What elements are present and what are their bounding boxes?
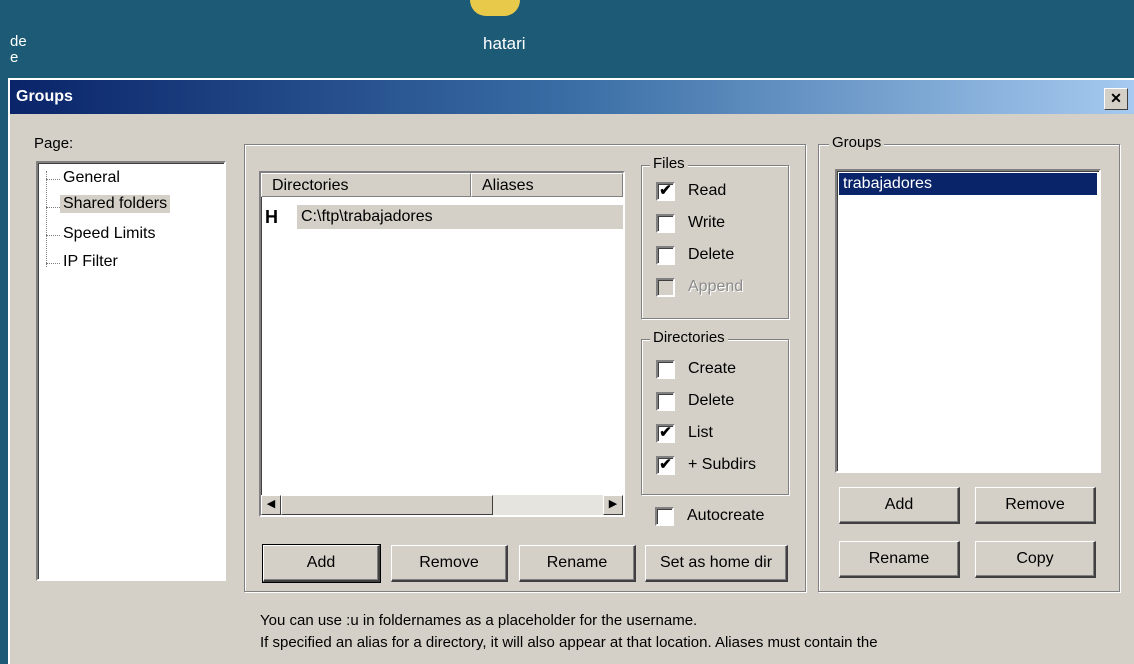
tree-item-general[interactable]: General	[60, 169, 123, 187]
scroll-thumb[interactable]	[281, 495, 493, 515]
tree-item-shared-folders[interactable]: Shared folders	[60, 195, 171, 213]
set-home-dir-button[interactable]: Set as home dir	[645, 545, 788, 582]
scroll-left-icon[interactable]: ◀	[261, 495, 281, 515]
check-mark-icon: ✔	[659, 182, 672, 199]
append-checkbox	[656, 278, 675, 297]
write-label: Write	[688, 214, 726, 231]
dialog-title: Groups	[16, 88, 73, 105]
autocreate-label: Autocreate	[687, 507, 765, 524]
desktop-area: de e hatari	[0, 0, 1134, 78]
scroll-right-icon[interactable]: ▶	[603, 495, 623, 515]
read-label: Read	[688, 182, 727, 199]
append-label: Append	[688, 278, 744, 295]
copy-group-button[interactable]: Copy	[975, 541, 1096, 578]
tree-item-speed-limits[interactable]: Speed Limits	[60, 225, 159, 243]
rename-group-button[interactable]: Rename	[839, 541, 960, 578]
desktop-icon[interactable]	[470, 0, 520, 16]
close-icon: ✕	[1110, 90, 1122, 106]
autocreate-checkbox[interactable]	[655, 507, 674, 526]
add-group-button[interactable]: Add	[839, 487, 960, 524]
shared-folders-groupbox: Directories Aliases H C:\ftp\trabajadore…	[244, 144, 806, 592]
delete-files-label: Delete	[688, 246, 735, 263]
list-checkbox[interactable]: ✔	[656, 424, 675, 443]
subdirs-checkbox[interactable]: ✔	[656, 456, 675, 475]
groups-dialog: Groups ✕ Page: General Shared folders Sp…	[8, 78, 1134, 664]
write-checkbox[interactable]	[656, 214, 675, 233]
tree-branch	[46, 207, 60, 208]
files-permissions-groupbox: Files ✔ Read Write Delete Append	[641, 155, 789, 319]
subdirs-label: + Subdirs	[688, 456, 757, 473]
desktop-icon-label-left[interactable]: de e	[10, 34, 27, 66]
check-mark-icon: ✔	[659, 424, 672, 441]
directories-list: Directories Aliases H C:\ftp\trabajadore…	[259, 171, 625, 517]
groups-list: trabajadores	[835, 169, 1101, 473]
title-bar[interactable]: Groups ✕	[10, 80, 1134, 114]
page-label: Page:	[34, 135, 74, 152]
horizontal-scrollbar[interactable]: ◀ ▶	[261, 495, 623, 515]
create-checkbox[interactable]	[656, 360, 675, 379]
remove-folder-button[interactable]: Remove	[391, 545, 508, 582]
list-label: List	[688, 424, 713, 441]
tree-branch	[46, 179, 60, 180]
rename-folder-button[interactable]: Rename	[519, 545, 636, 582]
column-header-directories[interactable]: Directories	[261, 173, 471, 197]
group-list-item[interactable]: trabajadores	[839, 173, 1097, 195]
desktop-icon-label-hatari[interactable]: hatari	[483, 34, 526, 54]
groups-groupbox: Groups trabajadores Add Remove Rename Co…	[818, 134, 1120, 592]
desktop-label-line1: de	[10, 33, 27, 50]
directory-path: C:\ftp\trabajadores	[297, 205, 623, 229]
column-header-aliases[interactable]: Aliases	[471, 173, 623, 197]
directory-row[interactable]: H C:\ftp\trabajadores	[261, 205, 623, 231]
placeholder-note: You can use :u in foldernames as a place…	[260, 612, 698, 629]
page-tree: General Shared folders Speed Limits IP F…	[36, 161, 226, 581]
tree-connector	[46, 171, 47, 267]
delete-dirs-checkbox[interactable]	[656, 392, 675, 411]
desktop-label-line2: e	[10, 49, 19, 66]
tree-branch	[46, 235, 60, 236]
delete-files-checkbox[interactable]	[656, 246, 675, 265]
check-mark-icon: ✔	[659, 456, 672, 473]
tree-branch	[46, 263, 60, 264]
groups-groupbox-title: Groups	[829, 134, 885, 151]
close-button[interactable]: ✕	[1104, 88, 1128, 110]
read-checkbox[interactable]: ✔	[656, 182, 675, 201]
delete-dirs-label: Delete	[688, 392, 735, 409]
remove-group-button[interactable]: Remove	[975, 487, 1096, 524]
directories-permissions-groupbox: Directories Create Delete ✔ List ✔ + Sub…	[641, 329, 789, 495]
create-label: Create	[688, 360, 737, 377]
directories-groupbox-title: Directories	[650, 329, 728, 346]
home-dir-marker: H	[265, 207, 278, 227]
files-groupbox-title: Files	[650, 155, 688, 172]
add-folder-button[interactable]: Add	[262, 544, 381, 583]
alias-note: If specified an alias for a directory, i…	[260, 634, 878, 651]
tree-item-ip-filter[interactable]: IP Filter	[60, 253, 121, 271]
